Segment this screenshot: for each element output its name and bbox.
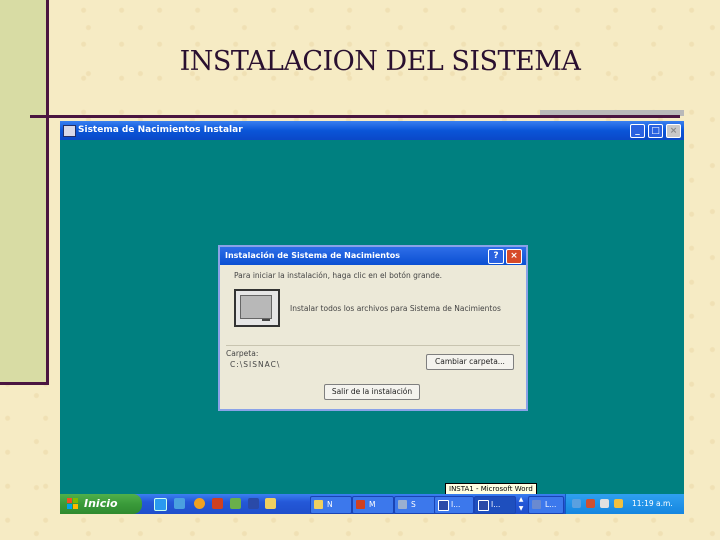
media-icon [356, 500, 365, 509]
antivirus-icon[interactable] [586, 499, 595, 508]
install-dialog: Instalación de Sistema de Nacimientos ? … [218, 245, 528, 411]
outlook-icon[interactable] [212, 498, 223, 509]
dialog-instruction: Para iniciar la instalación, haga clic e… [234, 271, 443, 280]
start-button[interactable]: Inicio [60, 494, 142, 514]
install-computer-icon[interactable] [234, 289, 280, 327]
show-desktop-icon[interactable] [174, 498, 185, 509]
dialog-titlebar: Instalación de Sistema de Nacimientos ? … [220, 247, 526, 265]
folder-label: Carpeta: [226, 349, 259, 358]
task-button-word-1[interactable]: I... [434, 496, 474, 514]
taskbar-scroll-arrows[interactable]: ▲ ▼ [516, 495, 526, 513]
folder-path: C:\SISNAC\ [230, 360, 281, 369]
folder-quicklaunch-icon[interactable] [265, 498, 276, 509]
setup-icon [398, 500, 407, 509]
app-icon [63, 125, 76, 137]
network-icon[interactable] [572, 499, 581, 508]
task-button-word-2[interactable]: I... [474, 496, 516, 514]
installer-screenshot: Sistema de Nacimientos Instalar _ □ × In… [60, 121, 684, 514]
minimize-button[interactable]: _ [630, 124, 645, 138]
app-quicklaunch-icon[interactable] [230, 498, 241, 509]
word-icon [478, 500, 489, 511]
start-label: Inicio [84, 497, 118, 510]
close-button[interactable]: × [666, 124, 681, 138]
dialog-title: Instalación de Sistema de Nacimientos [225, 251, 401, 260]
help-button[interactable]: ? [488, 249, 504, 264]
task-button-n[interactable]: N [310, 496, 352, 514]
dialog-separator [226, 345, 520, 346]
window-titlebar: Sistema de Nacimientos Instalar _ □ × [60, 121, 684, 140]
install-description: Instalar todos los archivos para Sistema… [290, 304, 501, 313]
media-player-icon[interactable] [194, 498, 205, 509]
word-icon [438, 500, 449, 511]
window-title: Sistema de Nacimientos Instalar [78, 125, 243, 135]
slide-side-foot [0, 382, 49, 385]
folder-icon [314, 500, 323, 509]
task-button-s[interactable]: S [394, 496, 436, 514]
tray-app-icon[interactable] [614, 499, 623, 508]
window-icon [532, 500, 541, 509]
system-tray: 11:19 a.m. [565, 494, 684, 514]
exit-setup-button[interactable]: Salir de la instalación [324, 384, 420, 400]
clock[interactable]: 11:19 a.m. [632, 494, 673, 514]
dialog-close-button[interactable]: × [506, 249, 522, 264]
word-quicklaunch-icon[interactable] [248, 498, 259, 509]
taskbar: Inicio N M S I... I... ▲ ▼ L... 11:19 a.… [60, 494, 684, 514]
change-folder-button[interactable]: Cambiar carpeta... [426, 354, 514, 370]
slide-title: INSTALACION DEL SISTEMA [179, 46, 581, 77]
task-button-m[interactable]: M [352, 496, 394, 514]
windows-flag-icon [67, 498, 79, 510]
ie-icon[interactable] [154, 498, 167, 511]
title-rule [30, 115, 680, 118]
maximize-button[interactable]: □ [648, 124, 663, 138]
volume-icon[interactable] [600, 499, 609, 508]
task-button-l[interactable]: L... [528, 496, 564, 514]
